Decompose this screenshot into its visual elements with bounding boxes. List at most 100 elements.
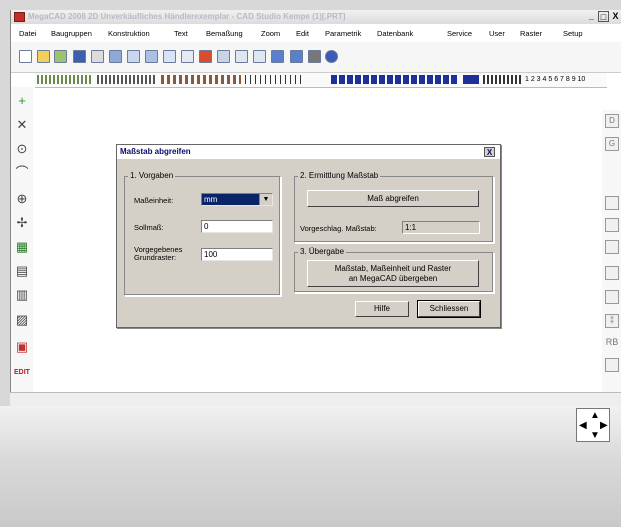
render-icon[interactable]: [308, 50, 321, 63]
transform-tool-icon[interactable]: ✢: [14, 215, 30, 231]
attribute-toolbar: 1 2 3 4 5 6 7 8 9 10: [35, 73, 607, 88]
suggested-scale-label: Vorgeschlag. Maßstab:: [300, 224, 377, 233]
line-width-selector[interactable]: [97, 75, 157, 84]
pan-down-icon[interactable]: ▼: [590, 430, 600, 441]
unit-label: Maßeinheit:: [134, 196, 174, 205]
layer-right-icon[interactable]: [253, 50, 266, 63]
maximize-button[interactable]: □: [598, 11, 609, 22]
hatch-selector[interactable]: [161, 75, 241, 84]
transfer-button-line2: an MegaCAD übergeben: [348, 274, 438, 283]
new-file-icon[interactable]: [19, 50, 32, 63]
pan-left-icon[interactable]: ◀: [579, 420, 587, 431]
chevron-down-icon[interactable]: ▼: [259, 194, 272, 205]
close-dialog-button[interactable]: Schliessen: [417, 300, 481, 318]
redo-icon[interactable]: [290, 50, 303, 63]
right-tool-7-icon[interactable]: [605, 290, 619, 304]
table-tool-icon[interactable]: ▥: [14, 287, 30, 303]
save-icon[interactable]: [73, 50, 86, 63]
menu-edit[interactable]: Edit: [296, 27, 309, 41]
close-button[interactable]: X: [610, 11, 621, 22]
target-size-label: Sollmaß:: [134, 223, 164, 232]
undo-icon[interactable]: [271, 50, 284, 63]
menu-zoom[interactable]: Zoom: [261, 27, 280, 41]
right-tool-asterisk-icon[interactable]: ⁑: [605, 314, 619, 328]
settings-icon[interactable]: [199, 50, 212, 63]
right-tool-d-icon[interactable]: D: [605, 114, 619, 128]
right-tool-3-icon[interactable]: [605, 196, 619, 210]
pan-up-icon[interactable]: ▲: [590, 410, 600, 421]
help-button[interactable]: Hilfe: [355, 301, 409, 317]
arrow-selector[interactable]: [245, 75, 305, 84]
save-as-icon[interactable]: [109, 50, 122, 63]
group-tool-icon[interactable]: ▣: [14, 339, 30, 355]
measure-scale-button[interactable]: Maß abgreifen: [307, 190, 479, 207]
main-toolbar: [11, 42, 621, 73]
grid-label-line2: Grundraster:: [134, 253, 177, 262]
grid-tool-icon[interactable]: ▦: [14, 239, 30, 255]
menu-text[interactable]: Text: [174, 27, 188, 41]
right-tool-palette: D G ⁑ RB: [602, 110, 621, 405]
circle-tool-icon[interactable]: ⊙: [14, 141, 30, 157]
hatch-tool-icon[interactable]: ▤: [14, 263, 30, 279]
current-color-swatch[interactable]: [463, 75, 479, 84]
layer-left-icon[interactable]: [235, 50, 248, 63]
color-palette[interactable]: [331, 75, 459, 84]
target-size-input[interactable]: 0: [201, 220, 273, 233]
window-title: MegaCAD 2008 2D Unverkäufliches Händlere…: [28, 12, 346, 21]
right-tool-5-icon[interactable]: [605, 240, 619, 254]
menu-service[interactable]: Service: [447, 27, 472, 41]
left-tool-palette: + ✕ ⊙ ⌒ ⊕ ✢ ▦ ▤ ▥ ▨ ▣ EDIT: [11, 87, 33, 403]
menu-datenbank[interactable]: Datenbank: [377, 27, 413, 41]
title-bar: MegaCAD 2008 2D Unverkäufliches Händlere…: [11, 10, 621, 24]
menu-raster[interactable]: Raster: [520, 27, 542, 41]
arc-tool-icon[interactable]: ⌒: [14, 165, 30, 181]
pan-right-icon[interactable]: ▶: [600, 420, 608, 431]
right-tool-10-icon[interactable]: [605, 358, 619, 372]
dialog-title: Maßstab abgreifen: [120, 147, 191, 156]
dimension-tool-icon[interactable]: ▨: [14, 312, 30, 328]
group-transfer-title: 3. Übergabe: [298, 247, 347, 257]
menu-user[interactable]: User: [489, 27, 505, 41]
edit-tool-button[interactable]: EDIT: [14, 365, 30, 381]
print-icon[interactable]: [91, 50, 104, 63]
unit-select[interactable]: mm ▼: [201, 193, 273, 206]
layer-toggle-icons[interactable]: [483, 75, 523, 84]
layout-icon[interactable]: [181, 50, 194, 63]
menu-baugruppen[interactable]: Baugruppen: [51, 27, 92, 41]
dialog-title-bar: Maßstab abgreifen X: [117, 145, 500, 159]
open-folder-icon[interactable]: [37, 50, 50, 63]
group-defaults-title: 1. Vorgaben: [128, 171, 176, 181]
point-tool-icon[interactable]: +: [14, 93, 30, 109]
lower-panel: [0, 406, 621, 527]
menu-datei[interactable]: Datei: [19, 27, 37, 41]
menu-bemassung[interactable]: Bemaßung: [206, 27, 243, 41]
menu-bar: Datei Baugruppen Konstruktion Text Bemaß…: [11, 27, 621, 41]
window-icon[interactable]: [145, 50, 158, 63]
menu-setup[interactable]: Setup: [563, 27, 583, 41]
dialog-close-icon[interactable]: X: [484, 147, 495, 157]
export-icon[interactable]: [127, 50, 140, 63]
grid-input[interactable]: 100: [201, 248, 273, 261]
app-logo-icon: [14, 12, 25, 22]
view-icon[interactable]: [163, 50, 176, 63]
help-icon[interactable]: [325, 50, 338, 63]
pen-icon[interactable]: [217, 50, 230, 63]
menu-parametrik[interactable]: Parametrik: [325, 27, 361, 41]
menu-konstruktion[interactable]: Konstruktion: [108, 27, 150, 41]
line-style-selector[interactable]: [37, 75, 93, 84]
scale-dialog: Maßstab abgreifen X 1. Vorgaben Maßeinhe…: [116, 144, 501, 328]
status-bar: [10, 392, 621, 407]
transfer-button-line1: Maßstab, Maßeinheit und Raster: [334, 264, 452, 273]
group-determination-title: 2. Ermittlung Maßstab: [298, 171, 381, 181]
open-assembly-icon[interactable]: [54, 50, 67, 63]
centre-circle-tool-icon[interactable]: ⊕: [14, 191, 30, 207]
right-tool-g-icon[interactable]: G: [605, 137, 619, 151]
right-tool-4-icon[interactable]: [605, 218, 619, 232]
right-tool-6-icon[interactable]: [605, 266, 619, 280]
layer-numbers[interactable]: 1 2 3 4 5 6 7 8 9 10: [525, 73, 585, 87]
transfer-button[interactable]: Maßstab, Maßeinheit und Raster an MegaCA…: [307, 260, 479, 287]
right-tool-rb-icon[interactable]: RB: [605, 336, 619, 350]
minimize-button[interactable]: _: [586, 11, 597, 22]
cross-tool-icon[interactable]: ✕: [14, 117, 30, 133]
navigation-pad[interactable]: ▲ ▼ ◀ ▶: [576, 408, 610, 442]
